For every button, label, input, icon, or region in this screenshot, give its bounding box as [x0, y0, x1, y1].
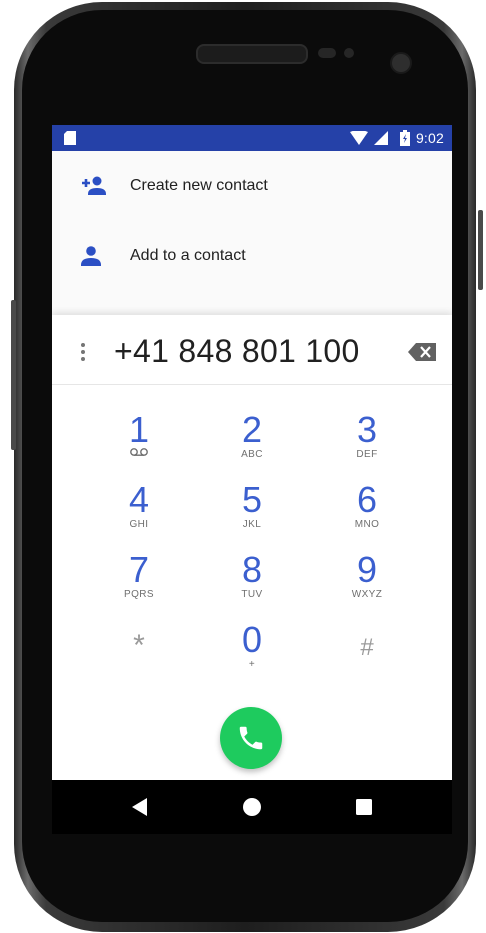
- navigation-bar: [52, 780, 452, 834]
- key-4[interactable]: 4 GHI: [84, 481, 194, 545]
- key-5[interactable]: 5 JKL: [197, 481, 307, 545]
- person-icon: [81, 246, 101, 266]
- key-letters: PQRS: [124, 589, 154, 600]
- key-6[interactable]: 6 MNO: [312, 481, 422, 545]
- power-button: [11, 300, 16, 450]
- key-digit: 6: [356, 479, 378, 520]
- key-letters: TUV: [241, 589, 263, 600]
- create-new-contact-item[interactable]: Create new contact: [52, 151, 452, 221]
- back-button[interactable]: [110, 780, 170, 834]
- add-to-contact-item[interactable]: Add to a contact: [52, 221, 452, 291]
- key-digit: 0: [241, 619, 263, 660]
- phone-number-display[interactable]: +41 848 801 100: [114, 333, 360, 370]
- recents-icon: [356, 799, 372, 815]
- key-hash[interactable]: #: [312, 621, 422, 685]
- backspace-icon[interactable]: [408, 343, 436, 361]
- key-8[interactable]: 8 TUV: [197, 551, 307, 615]
- key-0[interactable]: 0 +: [197, 621, 307, 685]
- wifi-icon: [349, 131, 368, 145]
- key-digit: 1: [128, 409, 150, 450]
- front-camera: [390, 52, 412, 74]
- key-2[interactable]: 2 ABC: [197, 411, 307, 475]
- signal-icon: [373, 131, 388, 145]
- phone-icon: [239, 726, 263, 750]
- key-digit: 9: [356, 549, 378, 590]
- add-person-icon: [82, 176, 106, 195]
- key-letters: JKL: [242, 519, 262, 530]
- home-icon: [243, 798, 261, 816]
- more-options-icon[interactable]: [78, 341, 88, 363]
- key-digit: 4: [128, 479, 150, 520]
- key-digit: 7: [128, 549, 150, 590]
- key-letters: DEF: [356, 449, 378, 460]
- key-letters: +: [248, 659, 256, 670]
- battery-icon: [399, 130, 410, 146]
- key-digit: 8: [241, 549, 263, 590]
- volume-button: [478, 210, 483, 290]
- key-digit: 3: [356, 409, 378, 450]
- dialpad: +41 848 801 100 1 2 ABC 3 DEF 4 GHI 5 JK…: [52, 315, 452, 833]
- key-1[interactable]: 1: [84, 411, 194, 475]
- screen: 9:02 Create new contact Add to a contact…: [52, 125, 452, 833]
- light-sensor: [344, 48, 354, 58]
- earpiece-speaker: [196, 44, 308, 64]
- proximity-sensor: [318, 48, 336, 58]
- create-new-contact-label: Create new contact: [130, 177, 268, 194]
- sd-card-icon: [64, 131, 76, 145]
- key-letters: GHI: [129, 519, 149, 530]
- key-digit: 5: [241, 479, 263, 520]
- call-button[interactable]: [220, 707, 282, 769]
- home-button[interactable]: [222, 780, 282, 834]
- key-letters: ABC: [241, 449, 263, 460]
- key-letters: WXYZ: [351, 589, 383, 600]
- number-divider: [52, 384, 452, 385]
- add-to-contact-label: Add to a contact: [130, 247, 246, 264]
- voicemail-icon: [130, 448, 148, 456]
- key-9[interactable]: 9 WXYZ: [312, 551, 422, 615]
- status-time: 9:02: [415, 130, 444, 146]
- key-7[interactable]: 7 PQRS: [84, 551, 194, 615]
- key-digit: 2: [241, 409, 263, 450]
- key-digit: *: [133, 629, 145, 662]
- key-star[interactable]: *: [84, 621, 194, 685]
- back-icon: [132, 798, 147, 816]
- key-3[interactable]: 3 DEF: [312, 411, 422, 475]
- key-digit: #: [360, 634, 374, 661]
- key-letters: MNO: [354, 519, 380, 530]
- recents-button[interactable]: [334, 780, 394, 834]
- status-bar: 9:02: [52, 125, 452, 151]
